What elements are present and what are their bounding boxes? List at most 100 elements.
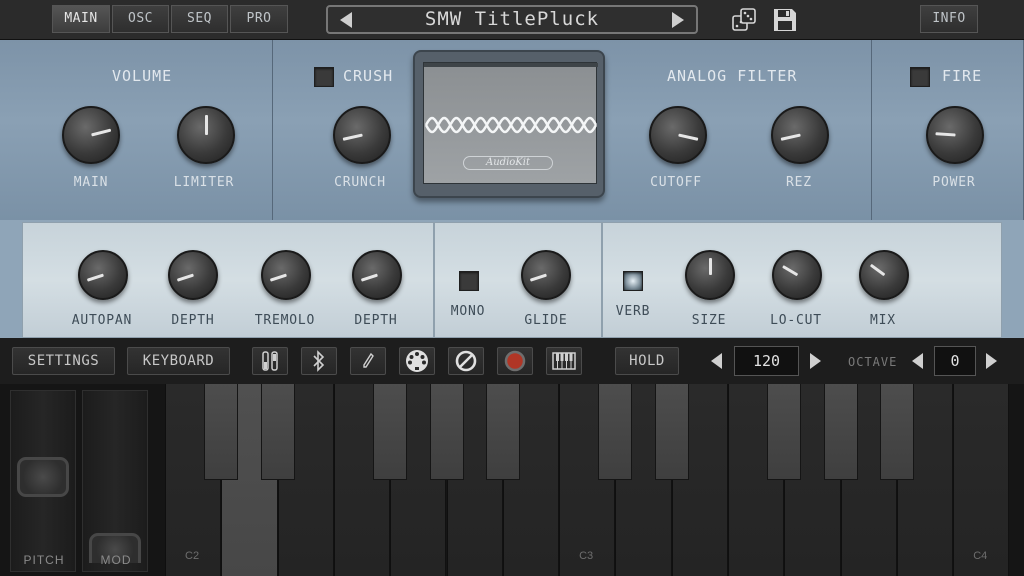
toolbar: SETTINGS KEYBOARD HOLD 120 OCTAVE 0 xyxy=(0,338,1024,384)
pitch-label: PITCH xyxy=(23,553,65,567)
octave-label: OCTAVE xyxy=(848,355,898,369)
tremolo-depth-knob[interactable] xyxy=(352,250,402,300)
black-key[interactable] xyxy=(485,384,520,480)
octave-up-button[interactable] xyxy=(986,353,997,369)
black-key[interactable] xyxy=(767,384,802,480)
bpm-display[interactable]: 120 xyxy=(734,346,799,376)
pitch-wheel[interactable]: PITCH xyxy=(10,390,76,572)
tab-seq[interactable]: SEQ xyxy=(171,5,228,33)
black-key[interactable] xyxy=(654,384,689,480)
octave-key-label: C3 xyxy=(579,550,594,562)
waveform-line xyxy=(424,122,598,134)
record-button[interactable] xyxy=(497,347,533,375)
black-key[interactable] xyxy=(879,384,914,480)
filter-title: ANALOG FILTER xyxy=(667,67,798,85)
octave-key-label: C2 xyxy=(185,550,200,562)
fire-toggle[interactable] xyxy=(910,67,930,87)
crush-title: CRUSH xyxy=(343,67,394,85)
dice-icon[interactable] xyxy=(731,7,757,33)
oscilloscope: AudioKit xyxy=(413,50,605,198)
modulation-panel: AUTOPAN DEPTH TREMOLO DEPTH xyxy=(22,222,434,338)
pitch-wheel-handle[interactable] xyxy=(17,457,69,497)
octave-key-label: C4 xyxy=(973,550,988,562)
tab-main[interactable]: MAIN xyxy=(52,5,110,33)
black-key[interactable] xyxy=(373,384,408,480)
toggle-view-button[interactable] xyxy=(252,347,288,375)
black-key[interactable] xyxy=(598,384,633,480)
power-knob[interactable] xyxy=(926,106,984,164)
piano-layout-button[interactable] xyxy=(546,347,582,375)
crunch-knob[interactable] xyxy=(333,106,391,164)
midi-icon xyxy=(406,350,428,372)
volume-panel: VOLUME MAIN LIMITER xyxy=(0,40,273,220)
piano-keys[interactable]: C2 C3 C4 xyxy=(165,384,1024,576)
cutoff-label: CUTOFF xyxy=(650,175,702,190)
no-entry-icon xyxy=(455,350,477,372)
hold-button[interactable]: HOLD xyxy=(615,347,679,375)
volume-title: VOLUME xyxy=(112,67,173,85)
locut-knob[interactable] xyxy=(772,250,822,300)
slider-toggle-icon xyxy=(262,351,278,371)
mod-label: MOD xyxy=(100,553,132,567)
piano-icon xyxy=(552,352,576,370)
mono-panel: MONO GLIDE xyxy=(434,222,602,338)
bpm-increase-button[interactable] xyxy=(810,353,821,369)
limiter-knob[interactable] xyxy=(177,106,235,164)
main-volume-label: MAIN xyxy=(73,175,109,190)
keyboard-button[interactable]: KEYBOARD xyxy=(127,347,230,375)
preset-prev-button[interactable] xyxy=(340,12,352,28)
autopan-depth-knob[interactable] xyxy=(168,250,218,300)
reverb-panel: VERB SIZE LO-CUT MIX xyxy=(602,222,1002,338)
mix-label: MIX xyxy=(870,313,896,328)
bluetooth-button[interactable] xyxy=(301,347,337,375)
black-key[interactable] xyxy=(260,384,295,480)
tremolo-label: TREMOLO xyxy=(254,313,316,328)
glide-knob[interactable] xyxy=(521,250,571,300)
size-knob[interactable] xyxy=(685,250,735,300)
tremolo-knob[interactable] xyxy=(261,250,311,300)
info-button[interactable]: INFO xyxy=(920,5,978,33)
bpm-decrease-button[interactable] xyxy=(711,353,722,369)
tremolo-depth-label: DEPTH xyxy=(354,313,398,328)
preset-next-button[interactable] xyxy=(672,12,684,28)
white-key[interactable] xyxy=(953,384,1010,576)
rez-label: REZ xyxy=(786,175,812,190)
edit-button[interactable] xyxy=(350,347,386,375)
preset-name[interactable]: SMW TitlePluck xyxy=(368,8,656,30)
black-key[interactable] xyxy=(204,384,239,480)
power-label: POWER xyxy=(932,175,976,190)
mono-toggle[interactable] xyxy=(459,271,479,291)
black-key[interactable] xyxy=(429,384,464,480)
crush-toggle[interactable] xyxy=(314,67,334,87)
save-icon[interactable] xyxy=(772,7,798,33)
fire-panel: FIRE POWER xyxy=(872,40,1024,220)
top-bar: MAIN OSC SEQ PRO SMW TitlePluck INFO xyxy=(0,0,1024,40)
mod-wheel[interactable]: MOD xyxy=(82,390,148,572)
octave-down-button[interactable] xyxy=(912,353,923,369)
panic-button[interactable] xyxy=(448,347,484,375)
tab-pro[interactable]: PRO xyxy=(230,5,288,33)
fire-title: FIRE xyxy=(942,67,983,85)
main-volume-knob[interactable] xyxy=(62,106,120,164)
crunch-label: CRUNCH xyxy=(334,175,386,190)
settings-button[interactable]: SETTINGS xyxy=(12,347,115,375)
autopan-label: AUTOPAN xyxy=(71,313,133,328)
cutoff-knob[interactable] xyxy=(649,106,707,164)
midi-button[interactable] xyxy=(399,347,435,375)
black-key[interactable] xyxy=(823,384,858,480)
verb-toggle[interactable] xyxy=(623,271,643,291)
preset-selector: SMW TitlePluck xyxy=(326,5,698,34)
mono-label: MONO xyxy=(450,304,486,319)
locut-label: LO-CUT xyxy=(770,313,822,328)
bluetooth-icon xyxy=(313,350,325,372)
glide-label: GLIDE xyxy=(524,313,568,328)
tab-osc[interactable]: OSC xyxy=(112,5,169,33)
autopan-knob[interactable] xyxy=(78,250,128,300)
octave-display[interactable]: 0 xyxy=(934,346,976,376)
rez-knob[interactable] xyxy=(771,106,829,164)
pencil-icon xyxy=(363,352,374,368)
scope-top-bar xyxy=(424,63,598,67)
mix-knob[interactable] xyxy=(859,250,909,300)
keyboard-area: PITCH MOD C2 C3 C4 xyxy=(0,384,1024,576)
audiokit-logo: AudioKit xyxy=(463,156,553,170)
